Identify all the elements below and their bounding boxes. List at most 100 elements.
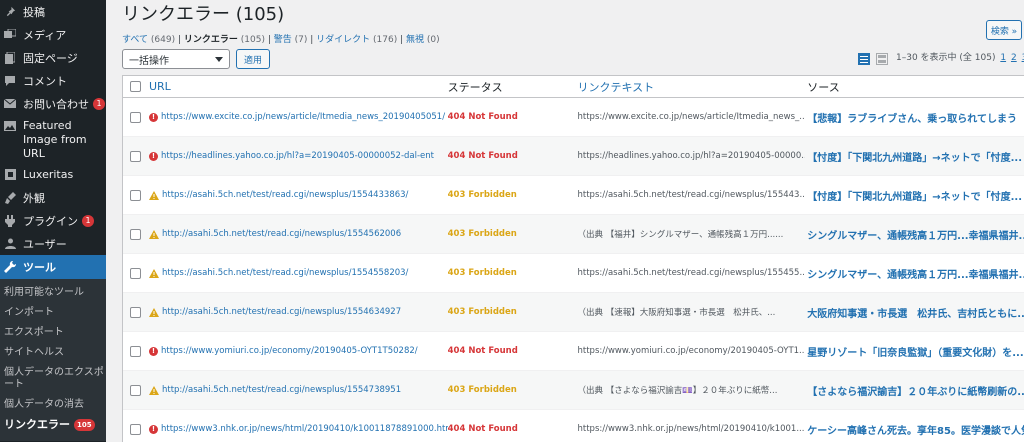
row-checkbox[interactable] — [130, 189, 142, 201]
submenu-item-import[interactable]: インポート — [0, 303, 106, 323]
status-badge: 404 Not Found — [447, 151, 518, 161]
page-title: リンクエラー (105) — [122, 4, 285, 25]
source-post-link[interactable]: 【悲報】ラブライブさん、乗っ取られてしまう — [805, 110, 1024, 125]
row-checkbox[interactable] — [130, 423, 142, 435]
plugin-icon — [3, 214, 17, 228]
status-filter-links: すべて (649) | リンクエラー (105) | 警告 (7) | リダイレ… — [122, 35, 440, 45]
submenu-item-label: リンクエラー — [4, 418, 70, 431]
source-post-link[interactable]: シングルマザー、通帳残高１万円...幸福県福井... — [805, 227, 1024, 242]
link-url[interactable]: https://www3.nhk.or.jp/news/html/2019041… — [161, 424, 448, 434]
sidebar-item-contact[interactable]: お問い合わせ 1 — [0, 92, 106, 115]
submenu-item-available-tools[interactable]: 利用可能なツール — [0, 283, 106, 303]
link-url-cell: ! https://www3.nhk.or.jp/news/html/201904… — [148, 424, 448, 434]
link-url[interactable]: http://asahi.5ch.net/test/read.cgi/newsp… — [162, 385, 401, 395]
source-post-link[interactable]: シングルマザー、通帳残高１万円...幸福県福井... — [805, 266, 1024, 281]
apply-button[interactable]: 適用 — [236, 49, 270, 69]
link-text: （出典 【さよなら福沢諭吉💷】２０年ぶりに紙幣... — [577, 386, 778, 396]
row-checkbox[interactable] — [130, 306, 142, 318]
status-badge: 404 Not Found — [447, 346, 518, 356]
error-icon: ! — [148, 346, 158, 356]
link-url[interactable]: https://www.excite.co.jp/news/article/It… — [161, 112, 445, 122]
page-link-2[interactable]: 2 — [1011, 53, 1017, 63]
main-content: リンクエラー (105) 検索 » すべて (649) | リンクエラー (10… — [106, 0, 1024, 442]
link-url[interactable]: http://asahi.5ch.net/test/read.cgi/newsp… — [162, 229, 401, 239]
list-view-icon[interactable] — [858, 53, 870, 65]
table-row: http://asahi.5ch.net/test/read.cgi/newsp… — [123, 371, 1024, 410]
user-icon — [3, 237, 17, 251]
table-row: ! https://www3.nhk.or.jp/news/html/201904… — [123, 410, 1024, 442]
column-header-link-text[interactable]: リンクテキスト — [578, 79, 806, 95]
source-post-link[interactable]: 【忖度】「下関北九州道路」→ネットで「忖度... — [805, 149, 1024, 164]
row-checkbox[interactable] — [130, 150, 142, 162]
link-url[interactable]: https://asahi.5ch.net/test/read.cgi/news… — [162, 190, 408, 200]
page-icon — [3, 51, 17, 65]
sidebar-item-label: Luxeritas — [23, 168, 74, 181]
filter-redirects[interactable]: リダイレクト — [316, 35, 370, 45]
submenu-item-site-health[interactable]: サイトヘルス — [0, 343, 106, 363]
warning-icon — [148, 268, 159, 278]
bulk-action-label: 一括操作 — [129, 55, 169, 67]
table-row: http://asahi.5ch.net/test/read.cgi/newsp… — [123, 293, 1024, 332]
filter-ignored[interactable]: 無視 — [406, 35, 424, 45]
media-icon — [3, 28, 17, 42]
sidebar-item-posts[interactable]: 投稿 — [0, 0, 106, 23]
bulk-action-select[interactable]: 一括操作 — [122, 49, 230, 69]
excerpt-view-icon[interactable] — [876, 53, 888, 65]
source-post-link[interactable]: 大阪府知事選・市長選 松井氏、吉村氏ともに... — [805, 305, 1024, 320]
filter-count: (7) — [294, 35, 308, 45]
table-row: ! https://www.excite.co.jp/news/article/I… — [123, 98, 1024, 137]
source-post-link[interactable]: 【忖度】「下関北九州道路」→ネットで「忖度... — [805, 188, 1024, 203]
submenu-item-link-errors[interactable]: リンクエラー 105 — [0, 415, 106, 435]
row-checkbox[interactable] — [130, 384, 142, 396]
sidebar-item-appearance[interactable]: 外観 — [0, 186, 106, 209]
row-checkbox[interactable] — [130, 345, 142, 357]
sidebar-item-label: ツール — [23, 261, 56, 274]
sidebar-item-label: プラグイン — [23, 214, 78, 228]
filter-all[interactable]: すべて — [122, 35, 148, 45]
notification-badge: 1 — [93, 97, 105, 110]
sidebar-item-featured-image[interactable]: Featured Image from URL — [0, 115, 106, 160]
source-post-link[interactable]: 星野リゾート「旧奈良監獄」（重要文化財）を... — [805, 344, 1024, 359]
link-url[interactable]: https://www.yomiuri.co.jp/economy/201904… — [161, 346, 418, 356]
source-post-link[interactable]: ケーシー高峰さん死去。享年85。医学漫談で人気 — [805, 422, 1024, 437]
row-checkbox[interactable] — [130, 228, 142, 240]
page-link-1[interactable]: 1 — [1000, 53, 1006, 63]
link-url[interactable]: https://asahi.5ch.net/test/read.cgi/news… — [162, 268, 408, 278]
table-body: ! https://www.excite.co.jp/news/article/I… — [123, 98, 1024, 442]
status-badge: 404 Not Found — [447, 112, 518, 122]
filter-link-errors[interactable]: リンクエラー — [184, 35, 238, 45]
pagination: 1–30 を表示中 (全 105) 1 2 3 4 — [896, 50, 1024, 63]
link-url-cell: https://asahi.5ch.net/test/read.cgi/news… — [148, 190, 448, 200]
link-url-cell: ! https://www.excite.co.jp/news/article/I… — [148, 112, 448, 122]
sidebar-item-pages[interactable]: 固定ページ — [0, 46, 106, 69]
status-badge: 403 Forbidden — [447, 229, 517, 239]
sidebar-item-comments[interactable]: コメント — [0, 69, 106, 92]
submenu-item-erase-personal-data[interactable]: 個人データの消去 — [0, 395, 106, 415]
status-badge: 403 Forbidden — [447, 190, 517, 200]
link-url[interactable]: https://headlines.yahoo.co.jp/hl?a=20190… — [161, 151, 434, 161]
link-text: https://www.yomiuri.co.jp/economy/201904… — [577, 346, 806, 356]
search-button[interactable]: 検索 » — [986, 20, 1022, 40]
select-all-checkbox[interactable] — [130, 81, 142, 92]
row-checkbox[interactable] — [130, 111, 142, 123]
sidebar-item-users[interactable]: ユーザー — [0, 232, 106, 255]
link-url[interactable]: http://asahi.5ch.net/test/read.cgi/newsp… — [162, 307, 401, 317]
error-icon: ! — [148, 151, 158, 161]
sidebar-item-luxeritas[interactable]: Luxeritas — [0, 163, 106, 186]
column-header-url[interactable]: URL — [149, 80, 448, 93]
submenu-item-export[interactable]: エクスポート — [0, 323, 106, 343]
filter-warnings[interactable]: 警告 — [274, 35, 292, 45]
admin-sidebar: 投稿 メディア 固定ページ コメント お問い合わせ 1 Featured Ima… — [0, 0, 106, 442]
row-checkbox[interactable] — [130, 267, 142, 279]
warning-icon — [148, 229, 159, 239]
source-post-link[interactable]: 【さよなら福沢諭吉】２０年ぶりに紙幣刷新の... — [805, 383, 1024, 398]
link-url-cell: http://asahi.5ch.net/test/read.cgi/newsp… — [148, 307, 448, 317]
sidebar-item-tools[interactable]: ツール — [0, 255, 106, 279]
warning-icon — [148, 190, 159, 200]
sidebar-item-label: コメント — [23, 74, 67, 88]
link-text: （出典 【速報】大阪府知事選・市長選 松井氏、... — [577, 308, 776, 318]
sidebar-item-media[interactable]: メディア — [0, 23, 106, 46]
sidebar-item-plugins[interactable]: プラグイン 1 — [0, 209, 106, 232]
submenu-item-export-personal-data[interactable]: 個人データのエクスポート — [0, 363, 106, 395]
link-text: （出典 【福井】シングルマザー、通帳残高１万円...... — [577, 230, 784, 240]
